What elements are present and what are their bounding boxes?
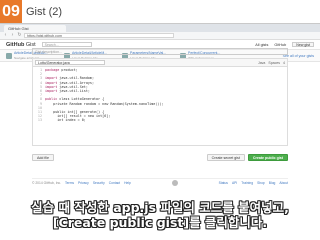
forward-icon[interactable]: › xyxy=(10,33,15,38)
gist-editor: Gist description... Lotto/Generator.java… xyxy=(32,48,288,158)
code-text: java.util.List; xyxy=(57,89,90,94)
search-input[interactable]: Search... xyxy=(41,42,92,47)
avatar xyxy=(6,52,12,59)
footer-link[interactable]: Privacy xyxy=(78,181,89,185)
caption-line-2: [Create public gist]를 클릭합니다. xyxy=(52,215,268,230)
file-header: Lotto/Generator.java Java Spaces 4 xyxy=(33,59,287,67)
editor-actions: Add file Create secret gist Create publi… xyxy=(32,153,288,161)
header-nav: All gists GitHub New gist xyxy=(255,42,314,47)
file-tools: Java Spaces 4 xyxy=(258,61,285,65)
caption-line-1: 실습 때 작성한 app.js 파일의 코드를 붙여넣고, xyxy=(31,200,289,215)
create-secret-gist-button[interactable]: Create secret gist xyxy=(206,153,245,161)
reload-icon[interactable]: ↻ xyxy=(17,33,22,38)
nav-all-gists[interactable]: All gists xyxy=(255,43,268,47)
code-text: int index = 0; xyxy=(45,118,86,123)
footer-link[interactable]: Shop xyxy=(257,181,265,185)
slide-title: Gist (2) xyxy=(26,5,63,18)
browser-tabbar: GitHub Gist xyxy=(0,24,320,32)
file-box: Lotto/Generator.java Java Spaces 4 1 pack… xyxy=(32,58,288,146)
browser-tab[interactable]: GitHub Gist xyxy=(4,25,66,32)
footer-link[interactable]: Status xyxy=(219,181,228,185)
filename-input[interactable]: Lotto/Generator.java xyxy=(35,60,105,65)
footer-link[interactable]: Contact xyxy=(109,181,120,185)
footer-link[interactable]: Training xyxy=(241,181,253,185)
language-select[interactable]: Java xyxy=(258,61,265,65)
line-number: 13 xyxy=(37,118,42,123)
slide-number: 09 xyxy=(0,0,22,23)
footer-left-links: © 2014 GitHub, Inc. Terms Privacy Securi… xyxy=(32,181,131,185)
add-file-button[interactable]: Add file xyxy=(32,153,54,161)
octocat-icon[interactable] xyxy=(171,179,178,186)
nav-github[interactable]: GitHub xyxy=(274,43,286,47)
footer-link[interactable]: Help xyxy=(124,181,131,185)
browser-urlbar: ‹ › ↻ https://gist.github.com xyxy=(0,32,320,40)
github-gist-logo[interactable]: GitHub Gist xyxy=(6,42,36,48)
footer-link[interactable]: About xyxy=(279,181,288,185)
indent-size-select[interactable]: 4 xyxy=(283,61,285,65)
slide-caption: 실습 때 작성한 app.js 파일의 코드를 붙여넣고, [Create pu… xyxy=(0,200,320,230)
gist-description-input[interactable]: Gist description... xyxy=(32,48,288,55)
indent-mode-select[interactable]: Spaces xyxy=(268,61,280,65)
github-footer: © 2014 GitHub, Inc. Terms Privacy Securi… xyxy=(32,178,288,186)
create-buttons: Create secret gist Create public gist xyxy=(206,153,288,161)
footer-link[interactable]: API xyxy=(232,181,237,185)
code-keyword: package xyxy=(45,68,60,72)
address-bar[interactable]: https://gist.github.com xyxy=(24,33,174,38)
footer-link[interactable]: Security xyxy=(93,181,105,185)
code-text: product; xyxy=(59,68,78,72)
code-text: private Random random = new Random(Syste… xyxy=(45,101,164,106)
footer-right-links: Status API Training Shop Blog About xyxy=(219,181,288,185)
code-line: 13 int index = 0; xyxy=(35,118,285,122)
slide-header: 09 Gist (2) xyxy=(0,0,320,23)
code-editor[interactable]: 1 package product; 2 3 import java.util.Rand… xyxy=(33,67,287,124)
new-gist-button[interactable]: New gist xyxy=(292,42,314,47)
create-public-gist-button[interactable]: Create public gist xyxy=(247,153,288,161)
footer-link[interactable]: Terms xyxy=(65,181,74,185)
footer-copyright: © 2014 GitHub, Inc. xyxy=(32,180,62,185)
code-keyword: import xyxy=(45,89,58,94)
back-icon[interactable]: ‹ xyxy=(3,33,8,38)
footer-link[interactable]: Blog xyxy=(269,181,276,185)
